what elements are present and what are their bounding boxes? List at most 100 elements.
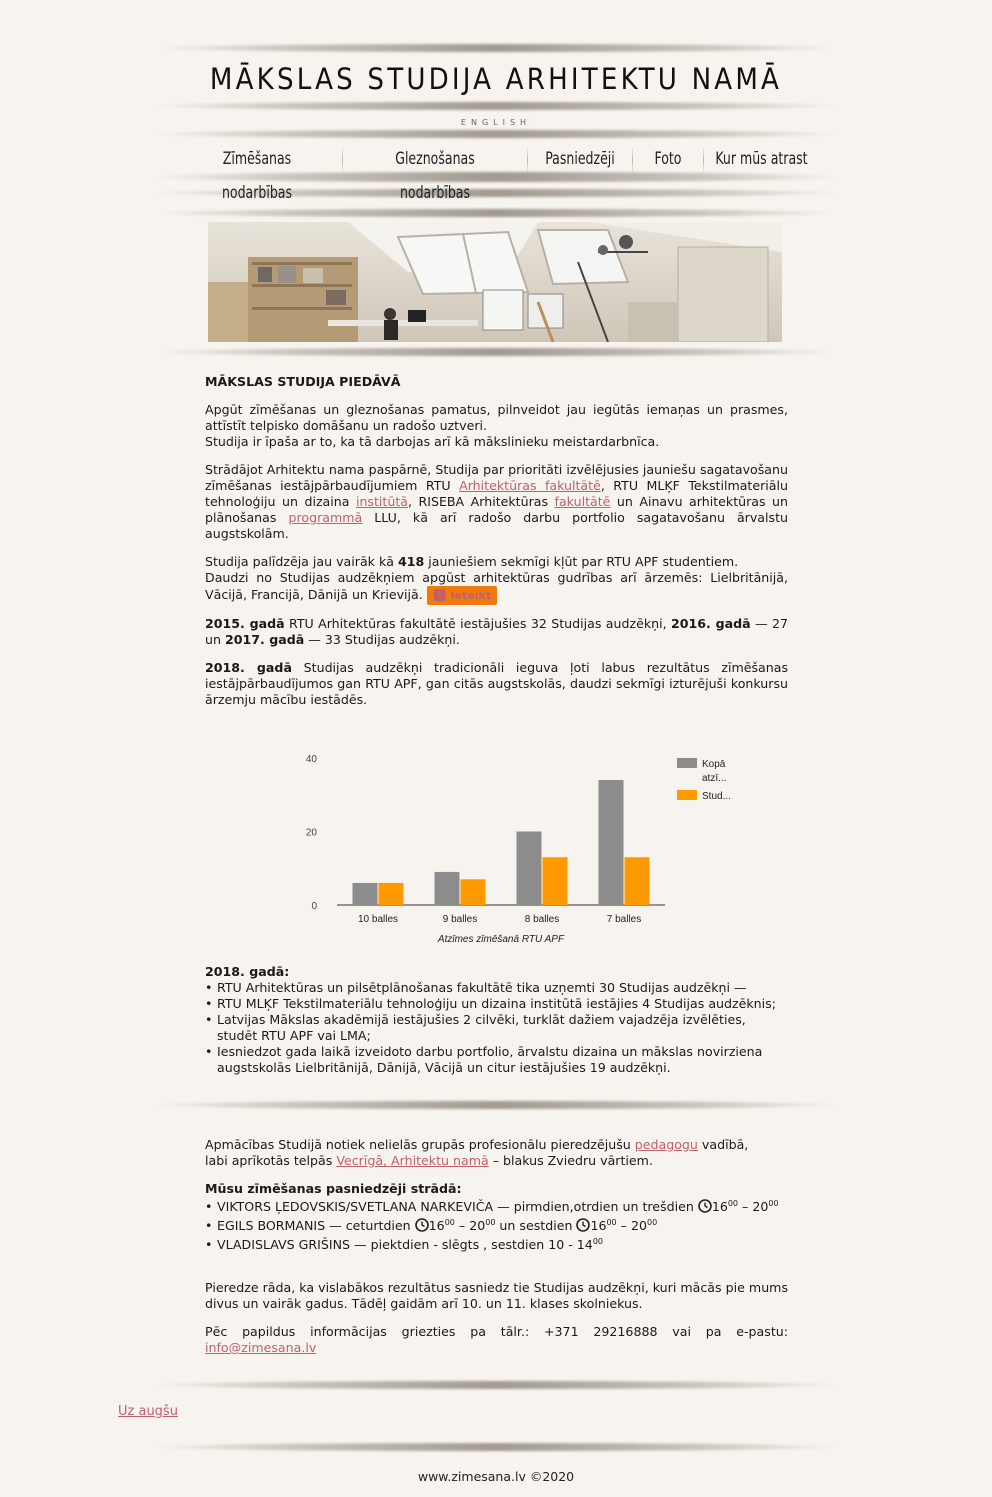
hero-top-divider xyxy=(150,209,842,217)
footer-copyright: www.zimesana.lv ©2020 xyxy=(417,1469,575,1484)
teachers-link[interactable]: pedagogu xyxy=(635,1137,698,1152)
time-minutes: 00 xyxy=(444,1217,455,1227)
bar-total-3[interactable] xyxy=(516,831,542,906)
priority-paragraph: Strādājot Arhitektu nama paspārnē, Studi… xyxy=(205,462,788,542)
header-top-divider xyxy=(150,44,842,52)
years-paragraph: 2015. gadā RTU Arhitektūras fakultātē ie… xyxy=(205,616,788,648)
bar-students-3[interactable] xyxy=(542,857,568,905)
results-list: RTU Arhitektūras un pilsētplānošanas fak… xyxy=(205,980,788,1076)
contact-paragraph: Pēc papildus informācijas griezties pa t… xyxy=(205,1324,788,1356)
teacher-text: un sestdien xyxy=(495,1218,577,1233)
teachers-heading: Mūsu zīmēšanas pasniedzēji strādā: xyxy=(205,1181,462,1196)
y-tick-label: 40 xyxy=(306,754,318,765)
bar-students-4[interactable] xyxy=(624,857,650,905)
riseba-faculty-link[interactable]: fakultātē xyxy=(555,494,611,509)
results-heading: 2018. gadā: xyxy=(205,964,290,979)
site-title: MĀKSLAS STUDIJA ARHITEKTU NAMĀ xyxy=(209,62,783,96)
llu-program-link[interactable]: programmā xyxy=(288,510,362,525)
list-item: RTU Arhitektūras un pilsētplānošanas fak… xyxy=(205,980,788,996)
nav-item-painting-classes[interactable]: Gleznošanas nodarbības xyxy=(360,142,511,203)
header-divider xyxy=(150,102,842,110)
experience-paragraph: Pieredze rāda, ka vislabākos rezultātus … xyxy=(205,1280,788,1311)
paragraph-text: – blakus Zviedru vārtiem. xyxy=(488,1153,653,1168)
time-minutes: 00 xyxy=(768,1198,779,1208)
section-heading: MĀKSLAS STUDIJA PIEDĀVĀ xyxy=(205,374,401,389)
paragraph-text: vadībā, xyxy=(697,1137,749,1152)
clock-icon xyxy=(698,1199,712,1213)
year-label: 2016. gadā xyxy=(671,616,751,631)
english-language-link[interactable]: ENGLISH xyxy=(0,118,992,127)
institute-link[interactable]: institūtā xyxy=(356,494,408,509)
nav-separator xyxy=(527,145,528,175)
about-paragraph: Apmācības Studijā notiek nelielās grupās… xyxy=(205,1137,788,1169)
clock-icon xyxy=(414,1218,429,1232)
teacher-item: VLADISLAVS GRIŠINS — piektdien - slēgts … xyxy=(205,1235,788,1254)
nav-item-drawing-classes[interactable]: Zīmēšanas nodarbības xyxy=(187,142,326,203)
nav-separator xyxy=(632,145,633,175)
paragraph-text: Apmācības Studijā notiek nelielās grupās… xyxy=(205,1137,635,1152)
paragraph-text: Studija palīdzēja jau vairāk kā xyxy=(205,554,398,569)
nav-separator xyxy=(703,145,704,175)
nav-item-teachers[interactable]: Pasniedzēji xyxy=(537,142,622,178)
email-link[interactable]: info@zimesana.lv xyxy=(205,1340,316,1355)
paragraph-text: Studijas audzēkņi tradicionāli ieguva ļo… xyxy=(205,660,789,707)
back-to-top-link[interactable]: Uz augšu xyxy=(118,1404,178,1419)
stats-paragraph: Studija palīdzēja jau vairāk kā 418 jaun… xyxy=(205,554,788,605)
teacher-item: VIKTORS ĻEDOVSKIS/SVETLANA NARKEVIČA — p… xyxy=(205,1197,788,1216)
paragraph-text: , RISEBA Arhitektūras xyxy=(408,494,555,509)
location-link[interactable]: Vecrīgā, Arhitektu namā xyxy=(336,1153,488,1168)
students-count: 418 xyxy=(397,554,425,569)
legend-swatch xyxy=(677,758,697,768)
list-item: RTU MLĶF Tekstilmateriālu tehnoloģiju un… xyxy=(205,996,788,1012)
results-bar-chart: 02040 10 balles 9 balles 8 balles 7 balles … xyxy=(306,754,731,945)
time-minutes: 00 xyxy=(727,1198,739,1208)
intro-text: Apgūt zīmēšanas un gleznošanas pamatus, … xyxy=(205,402,788,433)
time-text: – 20 xyxy=(616,1218,647,1233)
time-minutes: 00 xyxy=(485,1217,496,1227)
year-label: 2018. gadā xyxy=(205,660,292,675)
teacher-item: EGILS BORMANIS — ceturtdien 1600 – 2000 … xyxy=(205,1216,788,1235)
y-tick-label: 20 xyxy=(306,828,318,839)
footer-divider xyxy=(150,1443,842,1451)
intro-paragraph: Apgūt zīmēšanas un gleznošanas pamatus, … xyxy=(205,402,788,450)
recommend-label: Ieteikt xyxy=(450,589,492,602)
year-label: 2017. gadā xyxy=(224,632,305,647)
time-text: 16 xyxy=(711,1199,728,1214)
architecture-faculty-link[interactable]: Arhitektūras fakultātē xyxy=(459,478,601,493)
paragraph-text: Pēc papildus informācijas griezties pa t… xyxy=(205,1324,788,1339)
teacher-text: VLADISLAVS GRIŠINS — piektdien - slēgts … xyxy=(217,1237,593,1252)
time-minutes: 00 xyxy=(606,1217,617,1227)
bar-total-1[interactable] xyxy=(352,882,378,905)
bar-total-4[interactable] xyxy=(598,780,624,905)
bar-total-2[interactable] xyxy=(434,871,460,905)
legend-label[interactable]: Stud... xyxy=(702,791,731,802)
legend-label[interactable]: Kopā atzī... xyxy=(702,759,726,784)
nav-item-location[interactable]: Kur mūs atrast xyxy=(714,142,808,178)
x-axis-label: Atzīmes zīmēšanā RTU APF xyxy=(437,934,565,945)
list-item: Latvijas Mākslas akadēmijā iestājušies 2… xyxy=(205,1012,788,1044)
bar-students-2[interactable] xyxy=(460,879,486,905)
person-icon: 🚹︎ xyxy=(432,589,447,602)
x-tick-label: 8 balles xyxy=(525,914,559,925)
intro-section: MĀKSLAS STUDIJA PIEDĀVĀ Apgūt zīmēšanas … xyxy=(205,374,788,708)
time-minutes: 00 xyxy=(592,1236,603,1246)
paragraph-text: jauniešiem sekmīgi kļūt par RTU APF stud… xyxy=(424,554,739,569)
x-tick-label: 10 balles xyxy=(358,914,398,925)
recommend-button[interactable]: 🚹︎ Ieteikt xyxy=(426,586,498,605)
results-2018-section: 2018. gadā: RTU Arhitektūras un pilsētpl… xyxy=(205,964,788,1076)
nav-item-photo[interactable]: Foto xyxy=(639,142,696,178)
content-bottom-divider xyxy=(150,1381,842,1389)
teacher-text: VIKTORS ĻEDOVSKIS/SVETLANA NARKEVIČA — p… xyxy=(217,1199,698,1214)
bar-students-1[interactable] xyxy=(378,882,404,905)
intro-text: Studija ir īpaša ar to, ka tā darbojas a… xyxy=(205,434,660,449)
legend-swatch xyxy=(677,790,697,800)
x-tick-label: 9 balles xyxy=(443,914,477,925)
list-item: Iesniedzot gada laikā izveidoto darbu po… xyxy=(205,1044,788,1076)
teachers-list: VIKTORS ĻEDOVSKIS/SVETLANA NARKEVIČA — p… xyxy=(205,1197,788,1254)
time-text: – 20 xyxy=(738,1199,769,1214)
x-tick-label: 7 balles xyxy=(607,914,641,925)
studio-photo xyxy=(208,222,782,342)
about-section: Apmācības Studijā notiek nelielās grupās… xyxy=(205,1137,788,1356)
lang-divider xyxy=(150,130,842,138)
results-paragraph: 2018. gadā Studijas audzēkņi tradicionāl… xyxy=(205,660,788,708)
